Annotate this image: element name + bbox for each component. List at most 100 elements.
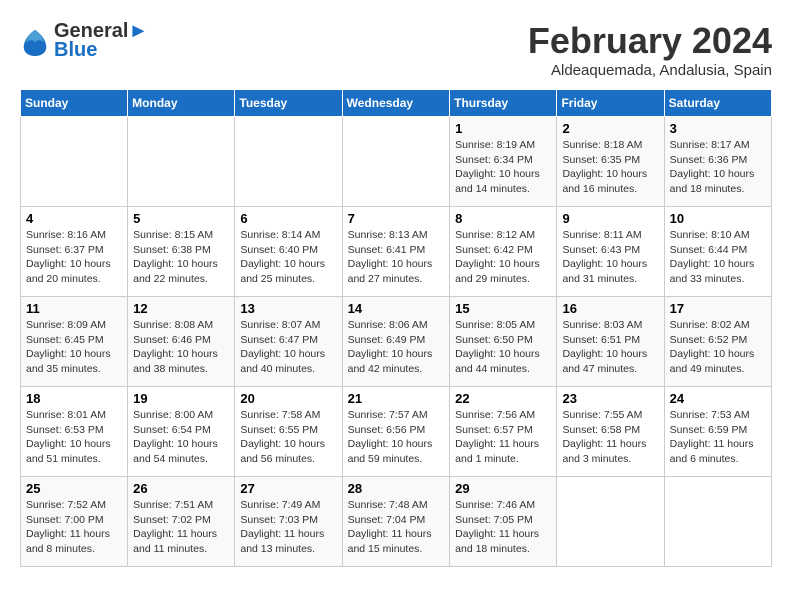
calendar-cell: 18 Sunrise: 8:01 AMSunset: 6:53 PMDayligh… [21,387,128,477]
month-title: February 2024 [528,20,772,62]
cell-content: Sunrise: 8:19 AMSunset: 6:34 PMDaylight:… [455,138,551,197]
calendar-cell: 28 Sunrise: 7:48 AMSunset: 7:04 PMDayligh… [342,477,450,567]
page-header: General► Blue February 2024 Aldeaquemada… [20,20,772,79]
cell-content: Sunrise: 8:15 AMSunset: 6:38 PMDaylight:… [133,228,229,287]
calendar-cell: 19 Sunrise: 8:00 AMSunset: 6:54 PMDayligh… [128,387,235,477]
day-number: 2 [562,121,658,136]
calendar-cell [128,117,235,207]
calendar-cell: 16 Sunrise: 8:03 AMSunset: 6:51 PMDayligh… [557,297,664,387]
cell-content: Sunrise: 8:11 AMSunset: 6:43 PMDaylight:… [562,228,658,287]
calendar-cell: 14 Sunrise: 8:06 AMSunset: 6:49 PMDayligh… [342,297,450,387]
calendar-cell: 10Sunrise: 8:10 AMSunset: 6:44 PMDayligh… [664,207,771,297]
day-header-sunday: Sunday [21,90,128,117]
calendar-cell: 24 Sunrise: 7:53 AMSunset: 6:59 PMDayligh… [664,387,771,477]
day-number: 11 [26,301,122,316]
day-number: 29 [455,481,551,496]
title-block: February 2024 Aldeaquemada, Andalusia, S… [528,20,772,79]
calendar-cell: 17 Sunrise: 8:02 AMSunset: 6:52 PMDayligh… [664,297,771,387]
day-number: 27 [240,481,336,496]
day-number: 5 [133,211,229,226]
location: Aldeaquemada, Andalusia, Spain [528,62,772,79]
day-number: 23 [562,391,658,406]
day-number: 3 [670,121,766,136]
day-number: 6 [240,211,336,226]
day-number: 1 [455,121,551,136]
cell-content: Sunrise: 8:17 AMSunset: 6:36 PMDaylight:… [670,138,766,197]
calendar-cell: 20Sunrise: 7:58 AMSunset: 6:55 PMDayligh… [235,387,342,477]
day-number: 12 [133,301,229,316]
cell-content: Sunrise: 8:01 AMSunset: 6:53 PMDaylight:… [26,408,122,467]
cell-content: Sunrise: 8:02 AMSunset: 6:52 PMDaylight:… [670,318,766,377]
header-row: SundayMondayTuesdayWednesdayThursdayFrid… [21,90,772,117]
day-number: 17 [670,301,766,316]
calendar-cell: 22Sunrise: 7:56 AMSunset: 6:57 PMDayligh… [450,387,557,477]
day-number: 15 [455,301,551,316]
calendar-cell: 1 Sunrise: 8:19 AMSunset: 6:34 PMDaylight… [450,117,557,207]
day-header-thursday: Thursday [450,90,557,117]
calendar-cell: 11 Sunrise: 8:09 AMSunset: 6:45 PMDayligh… [21,297,128,387]
cell-content: Sunrise: 7:51 AMSunset: 7:02 PMDaylight:… [133,498,229,557]
calendar-week-3: 11 Sunrise: 8:09 AMSunset: 6:45 PMDayligh… [21,297,772,387]
cell-content: Sunrise: 7:49 AMSunset: 7:03 PMDaylight:… [240,498,336,557]
cell-content: Sunrise: 8:13 AMSunset: 6:41 PMDaylight:… [348,228,445,287]
day-number: 13 [240,301,336,316]
calendar-cell: 12Sunrise: 8:08 AMSunset: 6:46 PMDayligh… [128,297,235,387]
day-number: 28 [348,481,445,496]
calendar-cell: 9 Sunrise: 8:11 AMSunset: 6:43 PMDaylight… [557,207,664,297]
calendar-header: SundayMondayTuesdayWednesdayThursdayFrid… [21,90,772,117]
calendar-week-5: 25 Sunrise: 7:52 AMSunset: 7:00 PMDayligh… [21,477,772,567]
cell-content: Sunrise: 8:05 AMSunset: 6:50 PMDaylight:… [455,318,551,377]
calendar-cell: 25 Sunrise: 7:52 AMSunset: 7:00 PMDayligh… [21,477,128,567]
day-number: 8 [455,211,551,226]
cell-content: Sunrise: 8:03 AMSunset: 6:51 PMDaylight:… [562,318,658,377]
day-number: 9 [562,211,658,226]
calendar-cell: 5 Sunrise: 8:15 AMSunset: 6:38 PMDaylight… [128,207,235,297]
day-number: 16 [562,301,658,316]
calendar-cell: 21 Sunrise: 7:57 AMSunset: 6:56 PMDayligh… [342,387,450,477]
cell-content: Sunrise: 7:56 AMSunset: 6:57 PMDaylight:… [455,408,551,467]
calendar-cell: 29 Sunrise: 7:46 AMSunset: 7:05 PMDayligh… [450,477,557,567]
calendar-week-1: 1 Sunrise: 8:19 AMSunset: 6:34 PMDaylight… [21,117,772,207]
calendar-cell [342,117,450,207]
logo: General► Blue [20,20,148,62]
day-number: 14 [348,301,445,316]
day-number: 18 [26,391,122,406]
logo-text: General► Blue [54,20,148,62]
cell-content: Sunrise: 7:48 AMSunset: 7:04 PMDaylight:… [348,498,445,557]
day-number: 20 [240,391,336,406]
calendar-table: SundayMondayTuesdayWednesdayThursdayFrid… [20,89,772,567]
cell-content: Sunrise: 7:55 AMSunset: 6:58 PMDaylight:… [562,408,658,467]
cell-content: Sunrise: 8:06 AMSunset: 6:49 PMDaylight:… [348,318,445,377]
cell-content: Sunrise: 8:12 AMSunset: 6:42 PMDaylight:… [455,228,551,287]
day-number: 19 [133,391,229,406]
day-number: 7 [348,211,445,226]
cell-content: Sunrise: 7:52 AMSunset: 7:00 PMDaylight:… [26,498,122,557]
day-number: 26 [133,481,229,496]
calendar-week-4: 18 Sunrise: 8:01 AMSunset: 6:53 PMDayligh… [21,387,772,477]
day-header-saturday: Saturday [664,90,771,117]
day-header-friday: Friday [557,90,664,117]
day-header-tuesday: Tuesday [235,90,342,117]
cell-content: Sunrise: 8:00 AMSunset: 6:54 PMDaylight:… [133,408,229,467]
cell-content: Sunrise: 8:18 AMSunset: 6:35 PMDaylight:… [562,138,658,197]
day-number: 21 [348,391,445,406]
calendar-cell: 26 Sunrise: 7:51 AMSunset: 7:02 PMDayligh… [128,477,235,567]
calendar-week-2: 4Sunrise: 8:16 AMSunset: 6:37 PMDaylight… [21,207,772,297]
cell-content: Sunrise: 8:16 AMSunset: 6:37 PMDaylight:… [26,228,122,287]
calendar-cell [21,117,128,207]
calendar-cell: 6Sunrise: 8:14 AMSunset: 6:40 PMDaylight… [235,207,342,297]
day-number: 25 [26,481,122,496]
calendar-cell: 2 Sunrise: 8:18 AMSunset: 6:35 PMDaylight… [557,117,664,207]
calendar-cell: 7 Sunrise: 8:13 AMSunset: 6:41 PMDaylight… [342,207,450,297]
cell-content: Sunrise: 8:09 AMSunset: 6:45 PMDaylight:… [26,318,122,377]
cell-content: Sunrise: 7:46 AMSunset: 7:05 PMDaylight:… [455,498,551,557]
calendar-cell: 27 Sunrise: 7:49 AMSunset: 7:03 PMDayligh… [235,477,342,567]
cell-content: Sunrise: 8:10 AMSunset: 6:44 PMDaylight:… [670,228,766,287]
cell-content: Sunrise: 7:53 AMSunset: 6:59 PMDaylight:… [670,408,766,467]
day-header-monday: Monday [128,90,235,117]
cell-content: Sunrise: 7:57 AMSunset: 6:56 PMDaylight:… [348,408,445,467]
day-number: 24 [670,391,766,406]
calendar-cell [557,477,664,567]
calendar-cell: 13Sunrise: 8:07 AMSunset: 6:47 PMDayligh… [235,297,342,387]
calendar-body: 1 Sunrise: 8:19 AMSunset: 6:34 PMDaylight… [21,117,772,567]
